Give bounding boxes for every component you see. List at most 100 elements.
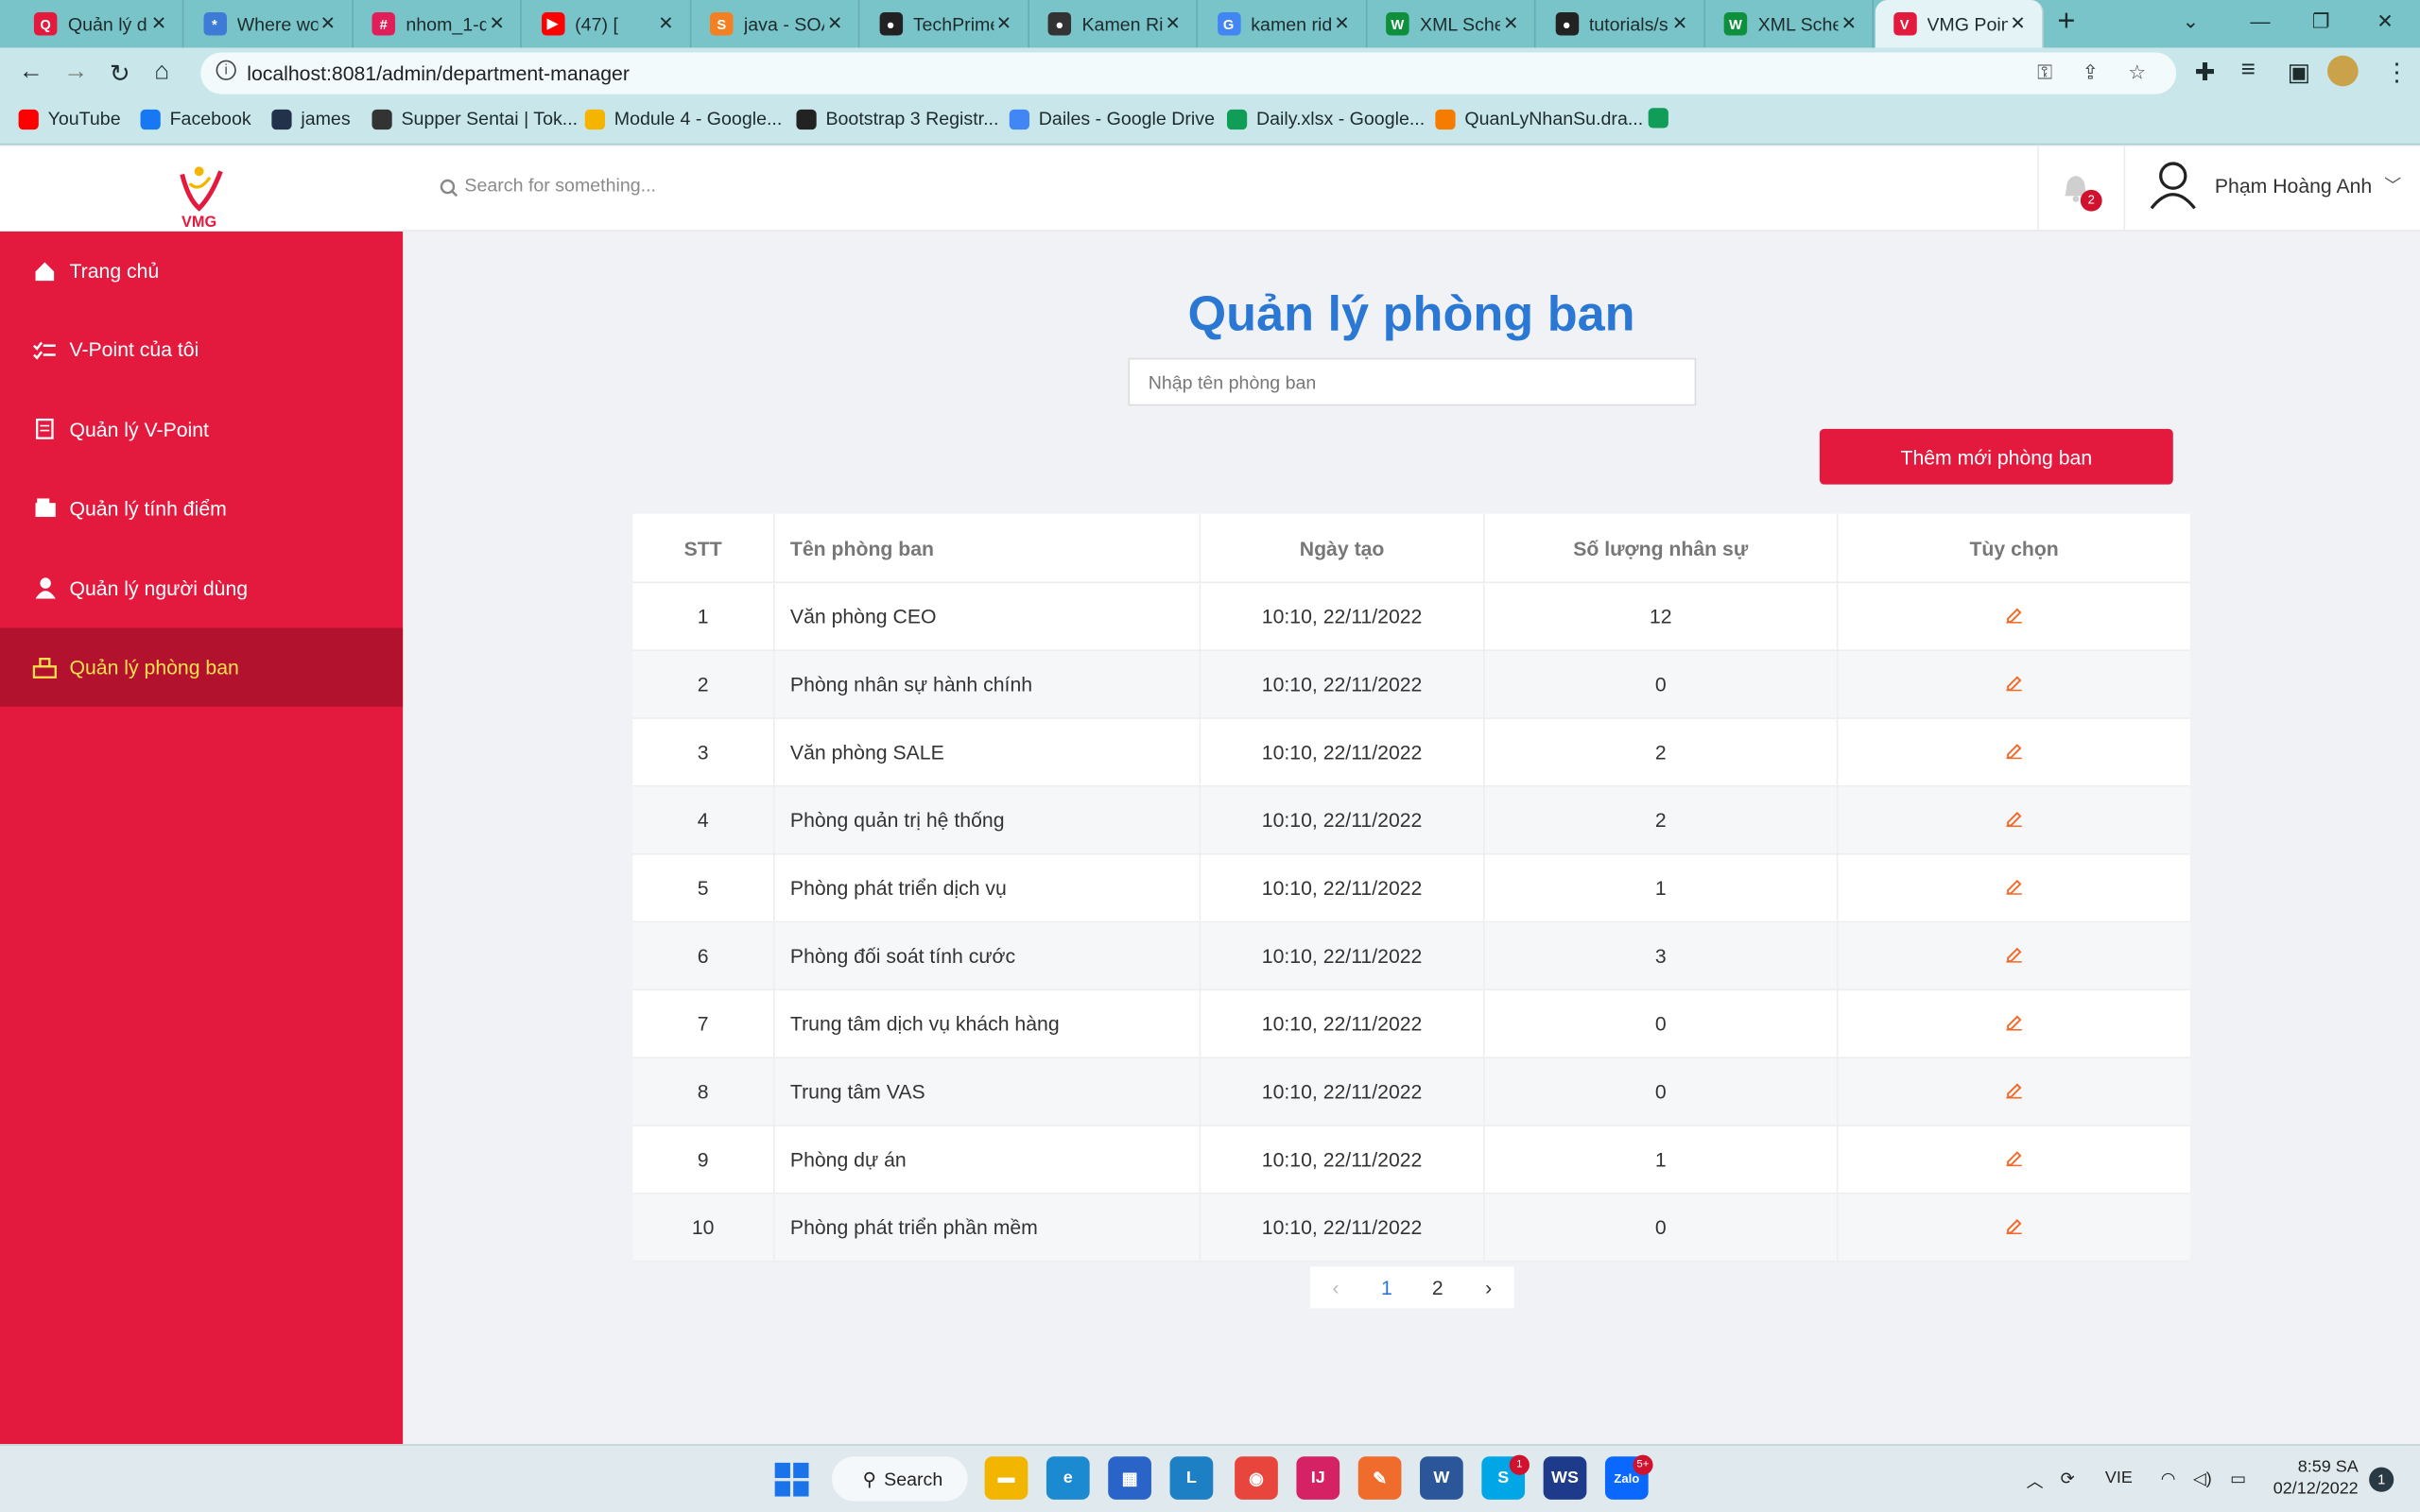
browser-tab[interactable]: Sjava - SOA✕ bbox=[691, 0, 860, 48]
notification-center-badge[interactable]: 1 bbox=[2369, 1467, 2394, 1492]
bookmark-item[interactable]: james bbox=[271, 108, 351, 129]
tab-close-icon[interactable]: ✕ bbox=[1334, 12, 1349, 34]
forward-icon[interactable]: → bbox=[63, 59, 88, 86]
media-icon[interactable]: ≡ bbox=[2241, 57, 2256, 84]
tab-close-icon[interactable]: ✕ bbox=[1166, 12, 1181, 34]
url-text[interactable]: localhost:8081/admin/department-manager bbox=[247, 61, 630, 84]
browser-tab[interactable]: Gkamen rid ✕ bbox=[1199, 0, 1367, 48]
menu-icon[interactable]: ⋮ bbox=[2384, 57, 2409, 88]
tab-close-icon[interactable]: ✕ bbox=[1503, 12, 1518, 34]
sidebar-item[interactable]: Quản lý tính điểm bbox=[0, 470, 403, 548]
tab-close-icon[interactable]: ✕ bbox=[2010, 12, 2025, 34]
sidebar-item[interactable]: Trang chủ bbox=[0, 232, 403, 310]
browser-tab[interactable]: * Where wo ✕ bbox=[184, 0, 354, 48]
wifi-icon[interactable]: ◠ bbox=[2161, 1469, 2176, 1489]
tab-close-icon[interactable]: ✕ bbox=[658, 12, 673, 34]
browser-tab[interactable]: ● tutorials/s ✕ bbox=[1536, 0, 1705, 48]
bookmark-item[interactable]: YouTube bbox=[18, 108, 121, 129]
bookmark-item[interactable]: Dailes - Google Drive bbox=[1009, 108, 1215, 129]
bookmark-item[interactable] bbox=[1648, 108, 1678, 129]
bookmark-star-icon[interactable]: ☆ bbox=[2128, 60, 2146, 85]
site-info-icon[interactable]: i bbox=[216, 60, 236, 80]
browser-tab[interactable]: Q Quản lý dự✕ bbox=[15, 0, 184, 48]
bookmark-item[interactable]: Daily.xlsx - Google... bbox=[1226, 108, 1425, 129]
postman-icon[interactable]: ✎ bbox=[1357, 1456, 1402, 1500]
edit-icon[interactable] bbox=[2005, 673, 2024, 696]
edit-icon[interactable] bbox=[2005, 944, 2024, 967]
edit-icon[interactable] bbox=[2005, 1216, 2024, 1239]
windows-start-icon[interactable] bbox=[774, 1462, 809, 1497]
sidebar-item[interactable]: V-Point của tôi bbox=[0, 311, 403, 389]
sidebar-item-label: Quản lý người dùng bbox=[69, 576, 249, 600]
new-tab-button[interactable]: + bbox=[2057, 5, 2075, 41]
department-search-input[interactable] bbox=[1128, 357, 1697, 406]
bookmark-item[interactable]: Supper Sentai | Tok... bbox=[372, 108, 578, 129]
close-window-button[interactable]: ✕ bbox=[2377, 9, 2394, 34]
tab-close-icon[interactable]: ✕ bbox=[1672, 12, 1687, 34]
edit-icon[interactable] bbox=[2005, 741, 2024, 764]
word-icon[interactable]: W bbox=[1420, 1456, 1463, 1500]
tab-close-icon[interactable]: ✕ bbox=[1841, 12, 1857, 34]
side-panel-icon[interactable]: ▣ bbox=[2288, 57, 2311, 88]
tab-close-icon[interactable]: ✕ bbox=[996, 12, 1011, 34]
extensions-icon[interactable]: ✚ bbox=[2195, 57, 2216, 88]
browser-tab[interactable]: ▶ (47) [✕ bbox=[523, 0, 691, 48]
minimize-button[interactable]: — bbox=[2250, 9, 2270, 32]
user-menu[interactable]: Phạm Hoàng Anh ﹀ bbox=[2147, 159, 2401, 212]
browser-tab[interactable]: W XML Sche ✕ bbox=[1705, 0, 1875, 48]
tray-overflow-icon[interactable]: ︿ bbox=[2027, 1469, 2044, 1493]
webstorm-icon[interactable]: WS bbox=[1543, 1456, 1587, 1500]
sync-icon[interactable]: ⟳ bbox=[2061, 1469, 2075, 1489]
logo[interactable]: VMG bbox=[0, 146, 404, 232]
bookmark-item[interactable]: Facebook bbox=[140, 108, 251, 129]
tab-close-icon[interactable]: ✕ bbox=[151, 12, 166, 34]
next-page-button[interactable]: › bbox=[1463, 1276, 1514, 1298]
browser-tab[interactable]: # nhom_1-q ✕ bbox=[354, 0, 522, 48]
intellij-icon[interactable]: IJ bbox=[1296, 1456, 1340, 1500]
bookmark-item[interactable]: QuanLyNhanSu.dra... bbox=[1435, 108, 1643, 129]
home-icon[interactable]: ⌂ bbox=[154, 59, 169, 86]
battery-icon[interactable]: ▭ bbox=[2230, 1469, 2246, 1489]
page-1-button[interactable]: 1 bbox=[1361, 1276, 1412, 1298]
language-indicator[interactable]: VIE bbox=[2105, 1469, 2133, 1487]
browser-tab[interactable]: ● TechPrime ✕ bbox=[860, 0, 1029, 48]
tab-close-icon[interactable]: ✕ bbox=[320, 12, 336, 34]
global-search-input[interactable] bbox=[464, 174, 1392, 197]
reload-icon[interactable]: ↻ bbox=[110, 59, 130, 90]
edit-icon[interactable] bbox=[2005, 1080, 2024, 1103]
notification-badge: 2 bbox=[2080, 189, 2102, 212]
browser-tab[interactable]: V VMG Point✕ bbox=[1874, 0, 2043, 48]
tab-close-icon[interactable]: ✕ bbox=[827, 12, 842, 34]
browser-tab[interactable]: ● Kamen Ric✕ bbox=[1029, 0, 1198, 48]
chrome-icon[interactable]: ◉ bbox=[1235, 1456, 1278, 1500]
restore-button[interactable]: ❐ bbox=[2312, 9, 2330, 34]
taskbar-search[interactable]: ⚲ Search bbox=[831, 1456, 968, 1502]
edit-icon[interactable] bbox=[2005, 876, 2024, 899]
address-bar[interactable]: i localhost:8081/admin/department-manage… bbox=[200, 52, 2177, 94]
prev-page-button[interactable]: ‹ bbox=[1310, 1276, 1361, 1298]
tab-search-icon[interactable]: ⌄ bbox=[2183, 9, 2200, 34]
browser-tab[interactable]: W XML Sche ✕ bbox=[1368, 0, 1536, 48]
back-icon[interactable]: ← bbox=[19, 59, 43, 86]
system-clock[interactable]: 8:59 SA 02/12/2022 bbox=[2269, 1456, 2359, 1500]
file-explorer-icon[interactable]: ▬ bbox=[984, 1456, 1028, 1500]
share-icon[interactable]: ⇪ bbox=[2082, 60, 2099, 85]
add-department-button[interactable]: Thêm mới phòng ban bbox=[1819, 428, 2173, 485]
edge-icon[interactable]: e bbox=[1046, 1456, 1090, 1500]
sidebar-item[interactable]: Quản lý người dùng bbox=[0, 549, 403, 627]
store-icon[interactable]: ▦ bbox=[1108, 1456, 1151, 1500]
edit-icon[interactable] bbox=[2005, 809, 2024, 832]
edit-icon[interactable] bbox=[2005, 1012, 2024, 1035]
l-app-icon[interactable]: L bbox=[1169, 1456, 1214, 1500]
page-2-button[interactable]: 2 bbox=[1412, 1276, 1463, 1298]
volume-icon[interactable]: ◁) bbox=[2193, 1469, 2212, 1489]
sidebar-item[interactable]: Quản lý phòng ban bbox=[0, 627, 404, 707]
edit-icon[interactable] bbox=[2005, 1148, 2024, 1171]
tab-close-icon[interactable]: ✕ bbox=[489, 12, 504, 34]
key-icon[interactable]: ⚿ bbox=[2037, 60, 2052, 85]
profile-avatar[interactable] bbox=[2327, 55, 2359, 87]
edit-icon[interactable] bbox=[2005, 605, 2024, 627]
bookmark-item[interactable]: Module 4 - Google... bbox=[584, 108, 782, 129]
sidebar-item[interactable]: Quản lý V-Point bbox=[0, 390, 403, 469]
bookmark-item[interactable]: Bootstrap 3 Registr... bbox=[796, 108, 998, 129]
